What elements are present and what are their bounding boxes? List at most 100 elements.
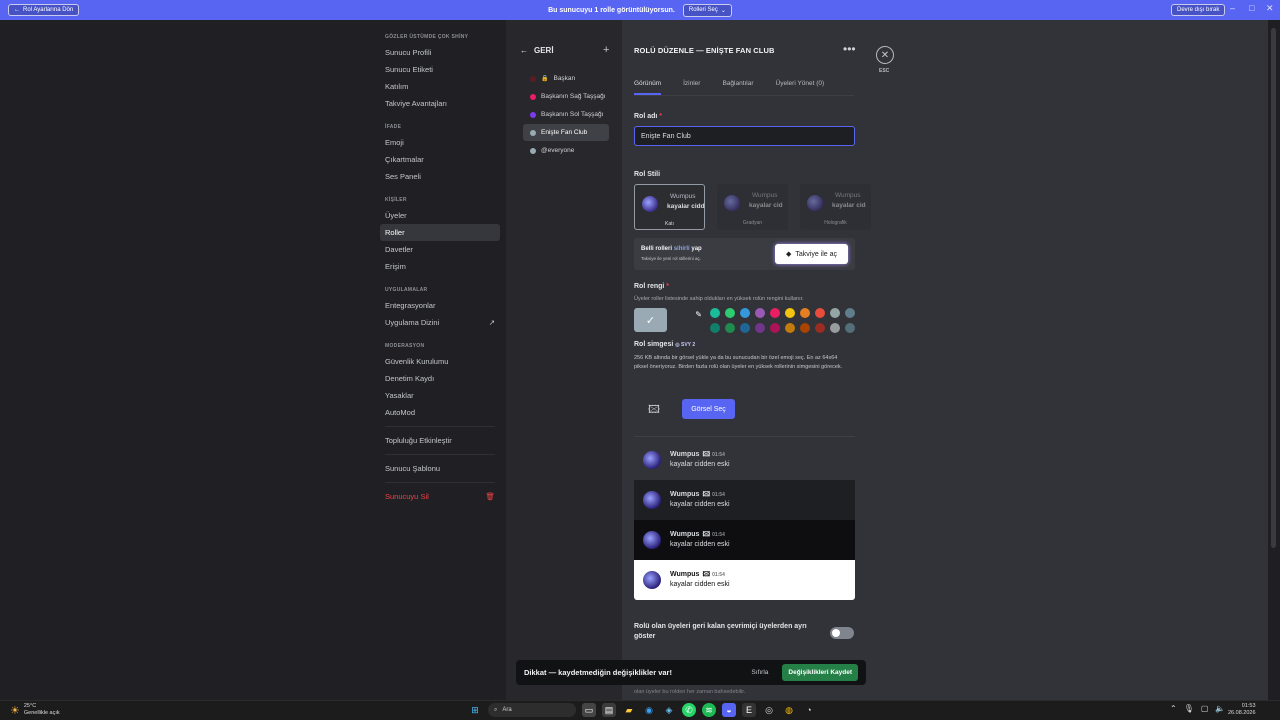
role-item-baskan[interactable]: 🔒 Başkan — [523, 70, 609, 87]
whatsapp-icon[interactable]: ✆ — [682, 703, 696, 717]
epic-games-icon[interactable]: E — [742, 703, 756, 717]
color-swatch[interactable] — [800, 323, 810, 333]
color-swatch[interactable] — [755, 323, 765, 333]
disable-role-view-button[interactable]: Devre dışı bırak — [1171, 4, 1226, 16]
edge-icon[interactable]: ◉ — [642, 703, 656, 717]
select-roles-button[interactable]: Rolleri Seç ⌄ — [682, 3, 732, 17]
color-swatch[interactable] — [785, 308, 795, 318]
color-swatch[interactable] — [770, 308, 780, 318]
color-swatch[interactable] — [740, 323, 750, 333]
select-image-button[interactable]: Görsel Seç — [682, 399, 735, 419]
discord-icon[interactable]: ◒ — [722, 703, 736, 717]
minimize-icon[interactable]: – — [1230, 3, 1235, 13]
color-swatch[interactable] — [725, 323, 735, 333]
style-gradient[interactable]: Wumpus kayalar cid Gradyan — [717, 184, 788, 230]
windows-start-icon[interactable]: ⊞ — [468, 703, 482, 717]
color-swatch[interactable] — [815, 308, 825, 318]
sidebar-item-access[interactable]: Erişim — [380, 258, 500, 275]
style-holographic[interactable]: Wumpus kayalar cid Holografik — [800, 184, 871, 230]
sidebar-item-app-directory[interactable]: Uygulama Dizini ↗ — [380, 314, 500, 331]
role-item-sag[interactable]: Başkanın Sağ Taşşağı — [523, 88, 609, 105]
sidebar-item-delete-server[interactable]: Sunucuyu Sil 🗑 — [380, 488, 500, 505]
roles-list: 🔒 Başkan Başkanın Sağ Taşşağı Başkanın So… — [523, 70, 609, 160]
color-swatch[interactable] — [800, 308, 810, 318]
color-swatch[interactable] — [845, 308, 855, 318]
sidebar-item-stickers[interactable]: Çıkartmalar — [380, 151, 500, 168]
sidebar-item-onboarding[interactable]: Katılım — [380, 78, 500, 95]
color-swatch[interactable] — [755, 308, 765, 318]
sidebar-item-server-profile[interactable]: Sunucu Profili — [380, 44, 500, 61]
add-role-icon[interactable]: + — [603, 44, 609, 56]
back-to-role-settings-button[interactable]: ← Rol Ayarlarına Dön — [8, 4, 80, 16]
sidebar-item-server-template[interactable]: Sunucu Şablonu — [380, 460, 500, 477]
sidebar-item-bans[interactable]: Yasaklar — [380, 387, 500, 404]
scrollbar-thumb[interactable] — [1271, 28, 1276, 548]
task-view-icon[interactable]: ▭ — [582, 703, 596, 717]
media-app-icon[interactable]: ◎ — [762, 703, 776, 717]
color-swatch[interactable] — [785, 323, 795, 333]
boost-unlock-button[interactable]: ◆ Takviye ile aç — [775, 244, 848, 264]
toggle-knob — [832, 629, 840, 637]
avatar — [643, 571, 661, 589]
close-window-icon[interactable]: ✕ — [1266, 3, 1274, 14]
more-options-icon[interactable]: ••• — [843, 42, 856, 56]
clock[interactable]: 01:53 26.08.2026 — [1228, 703, 1256, 717]
save-changes-button[interactable]: Değişiklikleri Kaydet — [782, 664, 858, 681]
obs-icon[interactable]: ◔ — [802, 703, 816, 717]
color-swatch[interactable] — [710, 308, 720, 318]
tab-permissions[interactable]: İzinler — [683, 80, 700, 95]
sidebar-item-emoji[interactable]: Emoji — [380, 134, 500, 151]
maximize-icon[interactable]: □ — [1249, 3, 1254, 13]
role-item-sol[interactable]: Başkanın Sol Taşşağı — [523, 106, 609, 123]
widgets-icon[interactable]: ▤ — [602, 703, 616, 717]
role-name-label: Rol adı * — [634, 113, 663, 120]
role-icon-placeholder-icon: 🖾 — [702, 451, 711, 458]
color-swatch[interactable] — [725, 308, 735, 318]
sidebar-item-invites[interactable]: Davetler — [380, 241, 500, 258]
banner-text: Bu sunucuyu 1 rolle görüntülüyorsun. — [548, 6, 675, 14]
role-icon-placeholder-icon: 🖾 — [702, 571, 711, 578]
display-separately-toggle[interactable] — [830, 627, 854, 639]
sidebar-item-roles[interactable]: Roller — [380, 224, 500, 241]
custom-color-picker[interactable]: ✎ — [673, 308, 706, 332]
network-icon[interactable]: ▢ — [1201, 704, 1209, 713]
tab-manage-members[interactable]: Üyeleri Yönet (0) — [776, 80, 825, 95]
role-name-input[interactable]: Enişte Fan Club — [634, 126, 855, 146]
weather-widget[interactable]: ☀ 25°C Genellikle açık — [10, 703, 60, 717]
sidebar-item-audit-log[interactable]: Denetim Kaydı — [380, 370, 500, 387]
volume-icon[interactable]: 🔈 — [1215, 704, 1225, 713]
sidebar-item-server-tag[interactable]: Sunucu Etiketi — [380, 61, 500, 78]
color-swatch[interactable] — [815, 323, 825, 333]
sidebar-item-soundboard[interactable]: Ses Paneli — [380, 168, 500, 185]
tab-links[interactable]: Bağlantılar — [722, 80, 753, 95]
sidebar-item-boost-perks[interactable]: Takviye Avantajları — [380, 95, 500, 112]
sidebar-item-safety-setup[interactable]: Güvenlik Kurulumu — [380, 353, 500, 370]
color-swatch[interactable] — [740, 308, 750, 318]
taskbar-search[interactable]: ⌕ Ara — [488, 703, 576, 717]
steam-icon[interactable]: ◈ — [662, 703, 676, 717]
sidebar-item-automod[interactable]: AutoMod — [380, 404, 500, 421]
back-button[interactable]: ← GERİ — [520, 46, 554, 55]
color-swatch[interactable] — [710, 323, 720, 333]
sidebar-item-enable-community[interactable]: Topluluğu Etkinleştir — [380, 432, 500, 449]
microphone-icon[interactable]: 🎙 — [1184, 704, 1194, 713]
chevron-up-icon[interactable]: ⌃ — [1170, 704, 1177, 713]
color-swatch[interactable] — [845, 323, 855, 333]
sidebar-item-integrations[interactable]: Entegrasyonlar — [380, 297, 500, 314]
color-swatch[interactable] — [830, 308, 840, 318]
reset-button[interactable]: Sıfırla — [751, 669, 768, 676]
color-swatch[interactable] — [830, 323, 840, 333]
role-item-everyone[interactable]: @everyone — [523, 142, 609, 159]
lock-icon: 🔒 — [541, 76, 549, 82]
chrome-icon[interactable]: ◍ — [782, 703, 796, 717]
tab-display[interactable]: Görünüm — [634, 80, 662, 95]
role-item-eniste[interactable]: Enişte Fan Club — [523, 124, 609, 141]
style-solid[interactable]: Wumpus kayalar cidd Katı — [634, 184, 705, 230]
spotify-icon[interactable]: ≋ — [702, 703, 716, 717]
file-explorer-icon[interactable]: ▰ — [622, 703, 636, 717]
close-icon[interactable]: ✕ — [876, 46, 894, 64]
color-swatch[interactable] — [770, 323, 780, 333]
image-upload-icon[interactable]: 🖾 — [643, 400, 665, 420]
sidebar-item-members[interactable]: Üyeler — [380, 207, 500, 224]
default-color-swatch[interactable]: ✓ — [634, 308, 667, 332]
